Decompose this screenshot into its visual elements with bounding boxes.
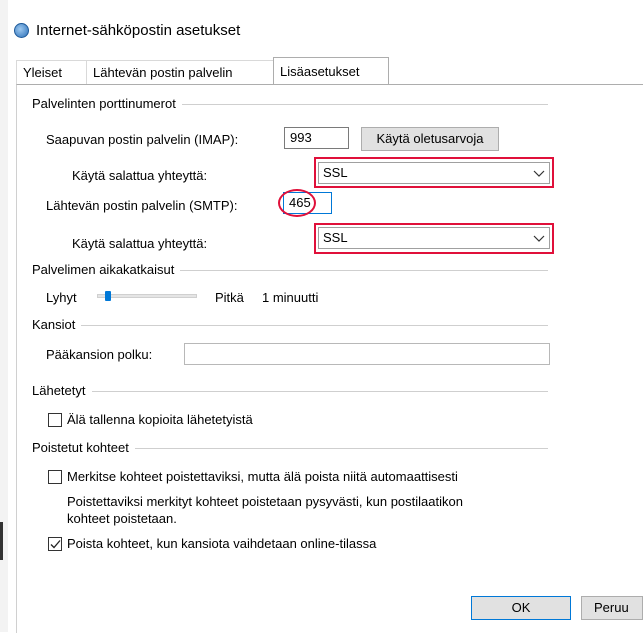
deleted-note-line2: kohteet poistetaan. [67,511,177,526]
deleted-note-line1: Poistettaviksi merkityt kohteet poisteta… [67,494,463,509]
mark-deleted-label[interactable]: Merkitse kohteet poistettaviksi, mutta ä… [67,469,458,484]
ok-button[interactable]: OK [471,596,571,620]
root-path-label: Pääkansion polku: [46,347,153,362]
purge-on-switch-label[interactable]: Poista kohteet, kun kansiota vaihdetaan … [67,536,376,551]
window-title: Internet-sähköpostin asetukset [36,21,241,39]
folders-group-line [32,325,548,326]
timeout-value-label: 1 minuutti [262,290,319,305]
dont-save-checkbox[interactable] [48,413,62,427]
timeout-slider-thumb[interactable] [104,291,111,301]
outgoing-port-label: Lähtevän postin palvelin (SMTP): [46,198,238,213]
outgoing-port-highlight [278,189,316,217]
tab-advanced[interactable]: Lisäasetukset [273,57,389,84]
ports-group-label: Palvelinten porttinumerot [32,96,182,111]
window-left-edge [0,0,8,632]
timeout-group-label: Palvelimen aikakatkaisut [32,262,181,277]
sent-group-label: Lähetetyt [32,383,92,398]
title-bar: Internet-sähköpostin asetukset [14,20,240,40]
folders-group-label: Kansiot [32,317,82,332]
sent-group-line [32,391,548,392]
purge-on-switch-checkbox[interactable] [48,537,62,551]
mark-deleted-checkbox[interactable] [48,470,62,484]
deleted-group-label: Poistetut kohteet [32,440,135,455]
incoming-port-input[interactable]: 993 [284,127,349,149]
outgoing-encryption-highlight [314,223,554,254]
use-defaults-button[interactable]: Käytä oletusarvoja [361,127,499,151]
tab-general[interactable]: Yleiset [16,60,87,84]
incoming-encryption-label: Käytä salattua yhteyttä: [72,168,208,183]
root-path-input[interactable] [184,343,550,365]
tab-outgoing-server[interactable]: Lähtevän postin palvelin [86,60,274,84]
outgoing-encryption-label: Käytä salattua yhteyttä: [72,236,208,251]
incoming-encryption-highlight [314,157,554,188]
checkmark-icon [50,540,61,549]
timeout-short-label: Lyhyt [46,290,77,305]
timeout-slider-track[interactable] [97,294,197,298]
incoming-port-label: Saapuvan postin palvelin (IMAP): [46,132,239,147]
outlook-globe-icon [14,22,29,38]
dont-save-label[interactable]: Älä tallenna kopioita lähetetyistä [67,412,253,427]
cancel-button[interactable]: Peruu [581,596,643,620]
timeout-long-label: Pitkä [215,290,244,305]
edge-marker [0,522,3,560]
